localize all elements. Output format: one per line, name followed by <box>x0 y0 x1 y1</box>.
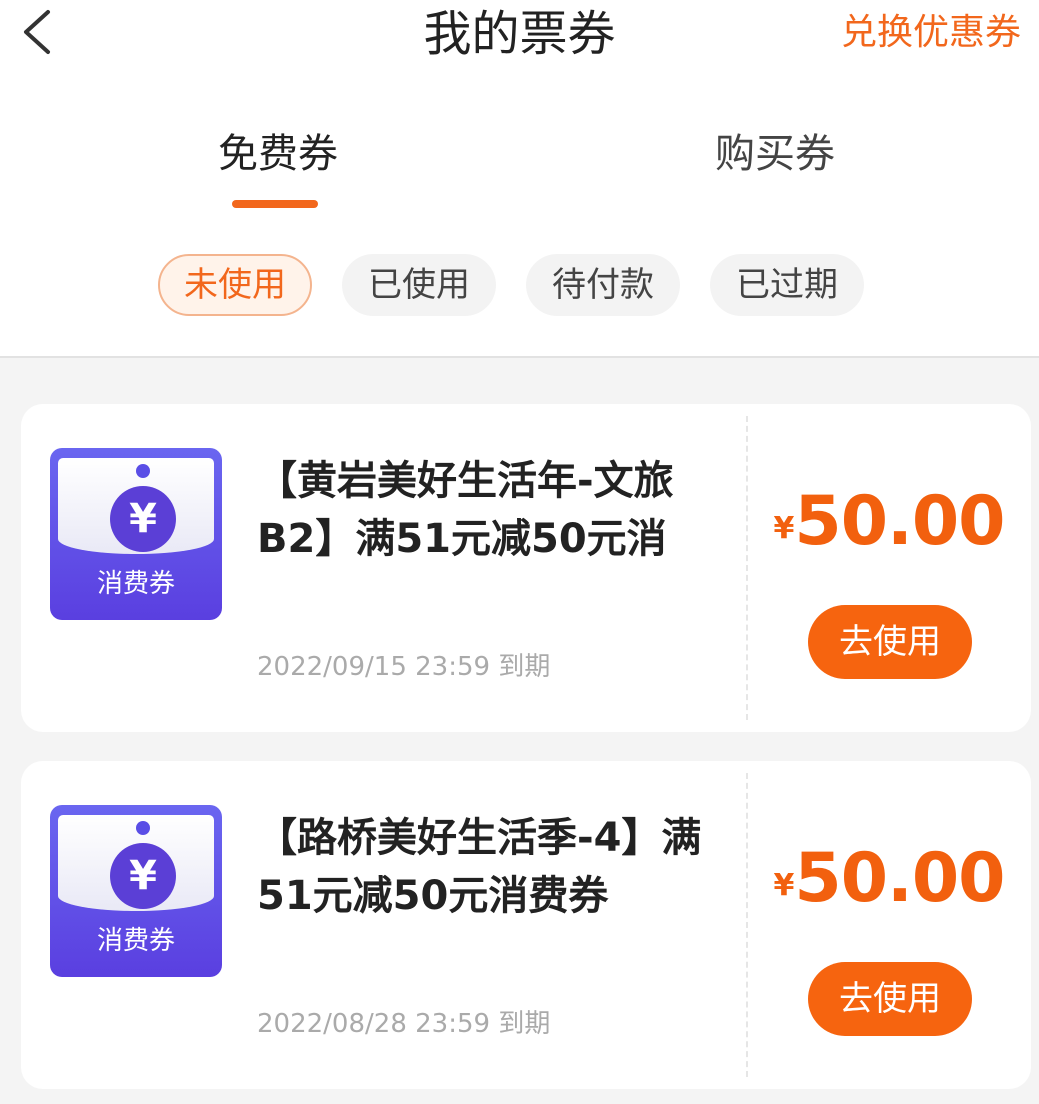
yuan-coin-icon: ¥ <box>110 486 176 552</box>
coupon-thumbnail: ¥ 消费券 <box>50 805 222 977</box>
exchange-coupon-link[interactable]: 兑换优惠券 <box>841 10 1021 56</box>
tab-purchased-coupons[interactable]: 购买券 <box>715 128 835 180</box>
coupon-card[interactable]: ¥ 消费券 【黄岩美好生活年-文旅B2】满51元减50元消费… 2022/09/… <box>21 404 1031 732</box>
yuan-coin-icon: ¥ <box>110 843 176 909</box>
filter-unused[interactable]: 未使用 <box>158 254 312 316</box>
currency-symbol: ¥ <box>773 511 795 546</box>
thumbnail-label: 消费券 <box>96 569 175 599</box>
coupon-title: 【路桥美好生活季-4】满51元减50元消费券 <box>257 815 702 919</box>
price-amount: 50.00 <box>794 482 1005 561</box>
header-area: 我的票券 兑换优惠券 免费券 购买券 未使用 已使用 待付款 已过期 <box>0 0 1039 358</box>
coupon-price: ¥50.00 <box>747 839 1031 936</box>
currency-symbol: ¥ <box>773 868 795 903</box>
coupon-card[interactable]: ¥ 消费券 【路桥美好生活季-4】满51元减50元消费券 2022/08/28 … <box>21 761 1031 1089</box>
coupon-title: 【黄岩美好生活年-文旅B2】满51元减50元消费… <box>257 458 674 562</box>
coupon-price: ¥50.00 <box>747 482 1031 579</box>
filter-expired[interactable]: 已过期 <box>710 254 864 316</box>
price-amount: 50.00 <box>794 839 1005 918</box>
coupon-expiry: 2022/08/28 23:59 到期 <box>257 1009 551 1039</box>
thumbnail-label: 消费券 <box>96 926 175 956</box>
coupon-thumbnail: ¥ 消费券 <box>50 448 222 620</box>
filter-pending-payment[interactable]: 待付款 <box>526 254 680 316</box>
filter-used[interactable]: 已使用 <box>342 254 496 316</box>
active-tab-indicator <box>232 200 318 208</box>
tab-free-coupons[interactable]: 免费券 <box>218 128 338 180</box>
use-coupon-button[interactable]: 去使用 <box>808 962 972 1036</box>
coupon-expiry: 2022/09/15 23:59 到期 <box>257 652 551 682</box>
use-coupon-button[interactable]: 去使用 <box>808 605 972 679</box>
